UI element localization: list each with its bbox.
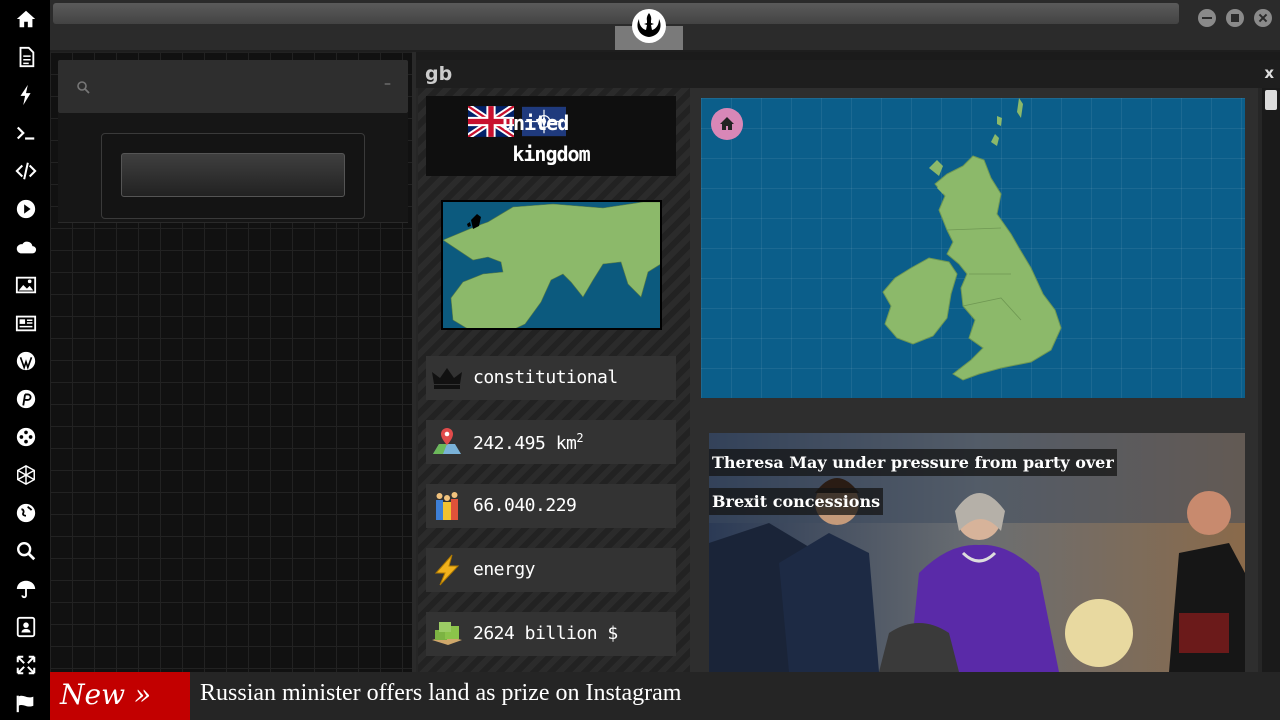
- area-value-number: 242.495 km: [473, 433, 577, 454]
- network-icon[interactable]: [15, 464, 37, 486]
- area-value: 242.495 km2: [473, 431, 584, 454]
- lightning-icon: [434, 554, 460, 586]
- crown-icon: [432, 368, 462, 389]
- government-row: constitutional: [426, 356, 676, 400]
- country-name-line1: united: [502, 111, 569, 135]
- lightning-icon[interactable]: [15, 84, 37, 106]
- world-locator-map: [443, 202, 660, 328]
- country-header: united kingdom: [426, 96, 676, 176]
- government-type: constitutional: [473, 367, 618, 388]
- icon-rail: [0, 0, 50, 720]
- contact-card-icon[interactable]: [15, 616, 37, 638]
- maximize-icon[interactable]: [1226, 9, 1244, 27]
- ticker-badge: New »: [50, 672, 190, 720]
- uk-map: [882, 98, 1062, 381]
- news-headline-text: Theresa May under pressure from party ov…: [709, 449, 1117, 515]
- pinterest-icon[interactable]: [15, 388, 37, 410]
- population-value: 66.040.229: [473, 495, 577, 516]
- minimize-icon[interactable]: [1198, 9, 1216, 27]
- map-home-button[interactable]: [711, 108, 743, 140]
- country-map[interactable]: [701, 98, 1245, 398]
- gdp-row: 2624 billion $: [426, 612, 676, 656]
- search-input[interactable]: [66, 60, 406, 113]
- search-icon[interactable]: [15, 540, 37, 562]
- play-icon[interactable]: [15, 198, 37, 220]
- area-row: 242.495 km2: [426, 420, 676, 464]
- news-headline: Theresa May under pressure from party ov…: [709, 443, 1139, 521]
- money-icon: [432, 622, 462, 645]
- detail-column: Theresa May under pressure from party ov…: [690, 88, 1258, 672]
- panel-header: gb x: [416, 60, 1280, 88]
- news-card[interactable]: Theresa May under pressure from party ov…: [709, 433, 1245, 672]
- close-panel-button[interactable]: x: [1264, 64, 1274, 82]
- document-icon[interactable]: [15, 46, 37, 68]
- left-panel: –: [50, 52, 412, 672]
- area-unit-exponent: 2: [576, 431, 584, 445]
- flag-icon[interactable]: [15, 692, 37, 714]
- logo-tab[interactable]: [615, 2, 683, 50]
- expand-icon[interactable]: [15, 654, 37, 676]
- search-icon: [77, 81, 90, 94]
- country-name: united: [502, 104, 676, 142]
- map-pin-icon: [433, 428, 461, 454]
- top-bar: [50, 0, 1280, 52]
- umbrella-icon[interactable]: [15, 578, 37, 600]
- newspaper-icon[interactable]: [15, 312, 37, 334]
- country-panel: gb x united kingdom constitutional 242.4…: [416, 60, 1280, 672]
- code-icon[interactable]: [15, 160, 37, 182]
- ticker-headline[interactable]: Russian minister offers land as prize on…: [200, 680, 681, 707]
- left-panel-button[interactable]: [121, 153, 345, 197]
- energy-row: energy: [426, 548, 676, 592]
- home-icon[interactable]: [15, 8, 37, 30]
- population-row: 66.040.229: [426, 484, 676, 528]
- scrollbar-thumb[interactable]: [1265, 90, 1277, 110]
- country-info-column: united kingdom constitutional 242.495 km…: [418, 88, 690, 672]
- people-icon: [436, 492, 458, 520]
- news-ticker: New » Russian minister offers land as pr…: [50, 672, 1280, 720]
- wordpress-icon[interactable]: [15, 350, 37, 372]
- locator-map[interactable]: [441, 200, 662, 330]
- globe-icon[interactable]: [15, 502, 37, 524]
- rebel-alliance-logo-icon: [632, 9, 666, 43]
- cloud-icon[interactable]: [15, 236, 37, 258]
- home-icon: [720, 117, 734, 130]
- country-code-title: gb: [425, 63, 453, 85]
- terminal-icon[interactable]: [15, 122, 37, 144]
- image-icon[interactable]: [15, 274, 37, 296]
- scrollbar[interactable]: [1262, 88, 1280, 672]
- energy-label: energy: [473, 559, 536, 580]
- country-name-line2: kingdom: [512, 142, 590, 166]
- close-icon[interactable]: [1254, 9, 1272, 27]
- search-bar: –: [58, 60, 408, 113]
- collapse-button[interactable]: –: [384, 76, 391, 92]
- gdp-value: 2624 billion $: [473, 623, 618, 644]
- film-reel-icon[interactable]: [15, 426, 37, 448]
